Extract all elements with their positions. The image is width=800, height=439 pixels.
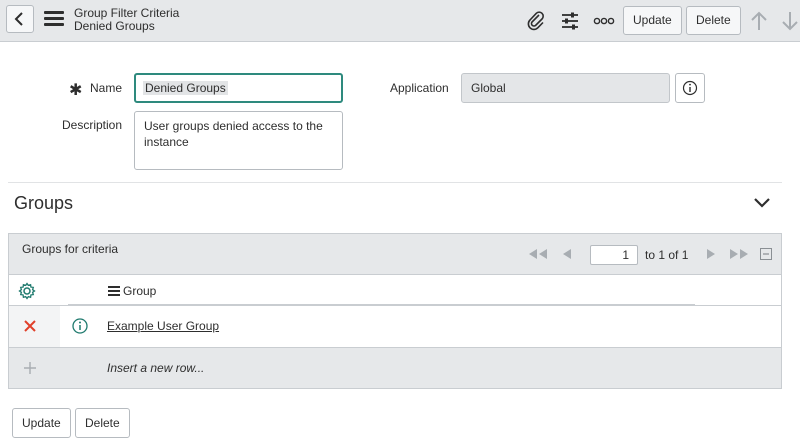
more-options-button[interactable] [591, 8, 617, 34]
delete-button[interactable]: Delete [75, 408, 130, 438]
delete-row-cell[interactable] [9, 306, 60, 347]
insert-row-text[interactable]: Insert a new row... [107, 361, 204, 375]
menu-icon[interactable] [44, 11, 64, 27]
personalize-button[interactable] [557, 8, 583, 34]
application-info-button[interactable] [675, 73, 705, 103]
section-title: Groups [14, 193, 74, 213]
form-title: Group Filter Criteria [74, 6, 180, 20]
required-indicator-icon: ✱ [69, 82, 83, 99]
gear-icon [18, 282, 36, 300]
related-list-title: Groups for criteria [22, 242, 119, 256]
description-field[interactable]: User groups denied access to the instanc… [134, 111, 343, 170]
form-header: Group Filter Criteria Denied Groups Upda… [0, 0, 800, 42]
application-field: Global [461, 73, 670, 103]
attachment-button[interactable] [523, 8, 549, 34]
description-label: Description [62, 118, 123, 132]
next-page-icon [707, 249, 715, 259]
related-list: Groups for criteria 1 to 1 of 1 Group Ex… [8, 233, 782, 389]
settings-sliders-icon [562, 12, 578, 30]
plus-icon [24, 362, 36, 374]
column-menu-icon[interactable] [108, 286, 120, 296]
last-page-button[interactable] [728, 246, 750, 262]
section-collapse-button[interactable] [750, 192, 774, 214]
first-page-button[interactable] [527, 246, 549, 262]
info-icon [682, 80, 698, 96]
page-number-input[interactable]: 1 [590, 245, 638, 265]
related-list-header: Groups for criteria 1 to 1 of 1 [9, 234, 781, 275]
previous-page-icon [563, 249, 571, 259]
update-button-header[interactable]: Update [623, 6, 682, 35]
info-icon [72, 318, 88, 334]
back-icon [14, 12, 23, 26]
minus-box-icon [760, 248, 772, 260]
next-record-button[interactable] [777, 8, 800, 34]
name-field[interactable]: Denied Groups [134, 73, 343, 103]
row-info-button[interactable] [72, 318, 88, 339]
previous-page-button[interactable] [561, 246, 572, 262]
list-settings-button[interactable] [18, 282, 36, 305]
delete-button-header[interactable]: Delete [686, 6, 741, 35]
previous-record-button[interactable] [746, 8, 772, 34]
arrow-down-icon [782, 12, 798, 31]
first-page-icon [529, 249, 547, 259]
paperclip-icon [527, 11, 544, 31]
group-link[interactable]: Example User Group [107, 319, 219, 333]
back-button[interactable] [6, 5, 34, 33]
close-icon[interactable] [24, 320, 36, 332]
table-row: Example User Group [9, 306, 781, 348]
application-label: Application [390, 81, 449, 95]
insert-row[interactable]: Insert a new row... [9, 348, 781, 388]
insert-row-cell [9, 348, 60, 388]
arrow-up-icon [751, 11, 767, 30]
update-button[interactable]: Update [12, 408, 71, 438]
last-page-icon [730, 249, 748, 259]
next-page-button[interactable] [706, 246, 717, 262]
name-label: Name [90, 81, 123, 95]
name-value: Denied Groups [143, 81, 228, 95]
chevron-down-icon [754, 198, 770, 208]
form-subtitle: Denied Groups [74, 19, 155, 33]
column-header-row: Group [9, 275, 781, 306]
section-divider [8, 182, 782, 183]
group-column-header[interactable]: Group [123, 284, 156, 298]
page-range-text: to 1 of 1 [645, 248, 689, 262]
more-icon [593, 17, 615, 25]
collapse-list-button[interactable] [760, 246, 772, 262]
